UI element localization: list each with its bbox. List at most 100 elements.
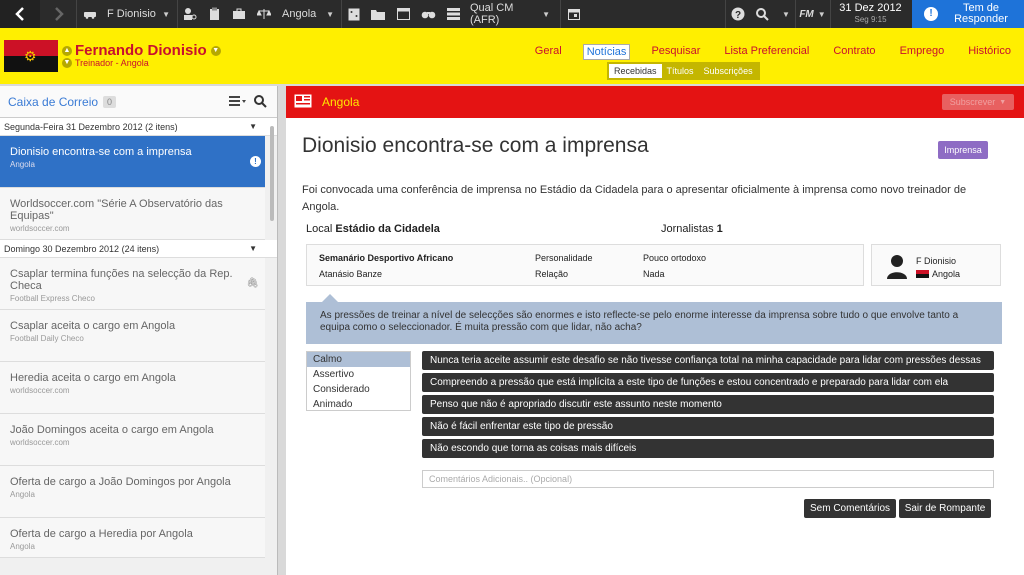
tab-historico[interactable]: Histórico [965, 44, 1014, 60]
list-item[interactable]: Worldsoccer.com "Série A Observatório da… [0, 188, 265, 240]
inbox-scrollbar[interactable] [270, 126, 274, 221]
day-group-header[interactable]: Segunda-Feira 31 Dezembro 2012 (2 itens)… [0, 118, 277, 136]
inbox-search-button[interactable] [254, 95, 267, 111]
message-title: Csaplar aceita o cargo em Angola [10, 320, 176, 332]
subtab-titulos[interactable]: Títulos [662, 64, 699, 78]
tactics-button[interactable] [341, 0, 365, 28]
list-item[interactable]: Dionisio encontra-se com a imprensa Ango… [0, 136, 265, 188]
person-name: Fernando Dionisio [75, 42, 207, 59]
table-icon [446, 8, 460, 20]
alert-icon: ! [250, 156, 261, 167]
message-source: Football Express Checo [10, 294, 95, 303]
game-date[interactable]: 31 Dez 2012 Seg 9:15 [830, 0, 910, 28]
forward-arrow-icon [55, 7, 64, 21]
tab-pesquisar[interactable]: Pesquisar [648, 44, 703, 60]
tone-option-considerado[interactable]: Considerado [307, 382, 410, 397]
angola-flag: ⚙ [4, 40, 58, 72]
respond-button[interactable]: ! Tem de Responder [912, 0, 1024, 28]
person-card[interactable]: F Dionisio Angola [871, 244, 1001, 286]
detail-title-bar: Angola Subscrever ▼ [286, 86, 1024, 118]
profile-nav: Geral Notícias Pesquisar Lista Preferenc… [514, 44, 1014, 60]
calendar-button[interactable] [560, 0, 586, 28]
venue-row: Local Estádio da Cidadela [306, 223, 440, 235]
quote-pointer [322, 294, 338, 302]
inbox-count-badge: 0 [103, 95, 117, 108]
storm-out-button[interactable]: Sair de Rompante [899, 499, 991, 518]
tone-list: Calmo Assertivo Considerado Animado [306, 351, 411, 411]
competition-selector[interactable]: Qual CM (AFR) ▼ [466, 0, 556, 28]
subscribe-button[interactable]: Subscrever ▼ [942, 94, 1014, 110]
competition-button[interactable] [441, 0, 465, 28]
person-card-country: Angola [916, 269, 960, 279]
scouting-button[interactable] [416, 0, 440, 28]
tone-option-calmo[interactable]: Calmo [307, 352, 410, 367]
chevron-up-icon[interactable]: ▲ [62, 45, 72, 56]
forward-button[interactable] [42, 0, 76, 28]
journal-name[interactable]: Semanário Desportivo Africano [319, 253, 453, 263]
tab-geral[interactable]: Geral [532, 44, 565, 60]
journalists-row: Jornalistas 1 [661, 223, 723, 235]
reply-option[interactable]: Nunca teria aceite assumir este desafio … [422, 351, 994, 370]
message-source: worldsoccer.com [10, 438, 70, 447]
subtab-subscricoes[interactable]: Subscrições [699, 64, 758, 78]
competition-name: Qual CM (AFR) [470, 2, 514, 26]
club-selector[interactable]: F Dionisio ▼ [76, 0, 176, 28]
reply-option[interactable]: Não escondo que torna as coisas mais dif… [422, 439, 994, 458]
fm-menu[interactable]: FM ▼ [795, 0, 829, 28]
fm-logo: FM [799, 8, 814, 20]
window-button[interactable] [391, 0, 415, 28]
tab-contrato[interactable]: Contrato [830, 44, 878, 60]
paperclip-icon: 🖇 [246, 278, 259, 289]
reply-option[interactable]: Penso que não é apropriado discutir este… [422, 395, 994, 414]
list-item[interactable]: João Domingos aceita o cargo em Angola w… [0, 414, 265, 466]
venue-value[interactable]: Estádio da Cidadela [335, 223, 440, 235]
tab-noticias[interactable]: Notícias [582, 44, 631, 60]
imprensa-badge[interactable]: Imprensa [938, 141, 988, 159]
message-title: Oferta de cargo a João Domingos por Ango… [10, 476, 231, 488]
day-group-header[interactable]: Domingo 30 Dezembro 2012 (24 itens) ▼ [0, 240, 277, 258]
personality-label: Personalidade [535, 253, 593, 263]
chevron-down-icon: ▼ [817, 9, 826, 19]
search-button[interactable] [750, 0, 774, 28]
calendar-icon [567, 9, 580, 20]
tab-emprego[interactable]: Emprego [897, 44, 948, 60]
folder-button[interactable] [366, 0, 390, 28]
reply-option[interactable]: Não é fácil enfrentar este tipo de press… [422, 417, 994, 436]
reply-options: Nunca teria aceite assumir este desafio … [422, 351, 994, 461]
inbox-title: Caixa de Correio [8, 94, 99, 109]
journalist-name[interactable]: Atanásio Banze [319, 269, 382, 279]
press-question: As pressões de treinar a nível de selecç… [306, 302, 1002, 344]
search-options[interactable]: ▼ [775, 0, 793, 28]
no-comment-button[interactable]: Sem Comentários [804, 499, 896, 518]
message-title: Worldsoccer.com "Série A Observatório da… [10, 198, 223, 222]
list-item[interactable]: Csaplar termina funções na selecção da R… [0, 258, 265, 310]
day-group-label: Domingo 30 Dezembro 2012 (24 itens) [4, 244, 160, 254]
list-item[interactable]: Csaplar aceita o cargo em Angola Footbal… [0, 310, 265, 362]
tab-lista-preferencial[interactable]: Lista Preferencial [721, 44, 812, 60]
tactics-board-icon [348, 8, 359, 20]
comment-input[interactable]: Comentários Adicionais.. (Opcional) [422, 470, 994, 488]
chevron-down-icon[interactable]: ▼ [62, 58, 72, 68]
briefcase-button[interactable] [227, 0, 251, 28]
list-item[interactable]: Oferta de cargo a João Domingos por Ango… [0, 466, 265, 518]
list-item[interactable]: Heredia aceita o cargo em Angola worldso… [0, 362, 265, 414]
reply-option[interactable]: Compreendo a pressão que está implícita … [422, 373, 994, 392]
nation-selector[interactable]: Angola ▼ [278, 0, 340, 28]
clipboard-button[interactable] [202, 0, 226, 28]
back-button[interactable] [0, 0, 40, 28]
chevron-down-icon[interactable]: ▼ [210, 45, 221, 56]
tone-option-animado[interactable]: Animado [307, 397, 410, 412]
news-icon [294, 94, 312, 111]
scales-button[interactable] [252, 0, 276, 28]
back-arrow-icon [15, 7, 24, 21]
day-time-label: Seg 9:15 [854, 15, 887, 24]
inbox-panel: Caixa de Correio 0 Segunda-Feira 31 Deze… [0, 86, 278, 575]
list-item[interactable]: Oferta de cargo a Heredia por Angola Ang… [0, 518, 265, 558]
list-menu-button[interactable] [229, 95, 247, 110]
help-button[interactable]: ? [725, 0, 749, 28]
angola-flag-icon [916, 270, 929, 278]
people-search-button[interactable] [177, 0, 201, 28]
subtab-recebidas[interactable]: Recebidas [609, 64, 662, 78]
profile-header: ⚙ ▲ Fernando Dionisio ▼ ▼ Treinador - An… [0, 28, 1024, 84]
tone-option-assertivo[interactable]: Assertivo [307, 367, 410, 382]
